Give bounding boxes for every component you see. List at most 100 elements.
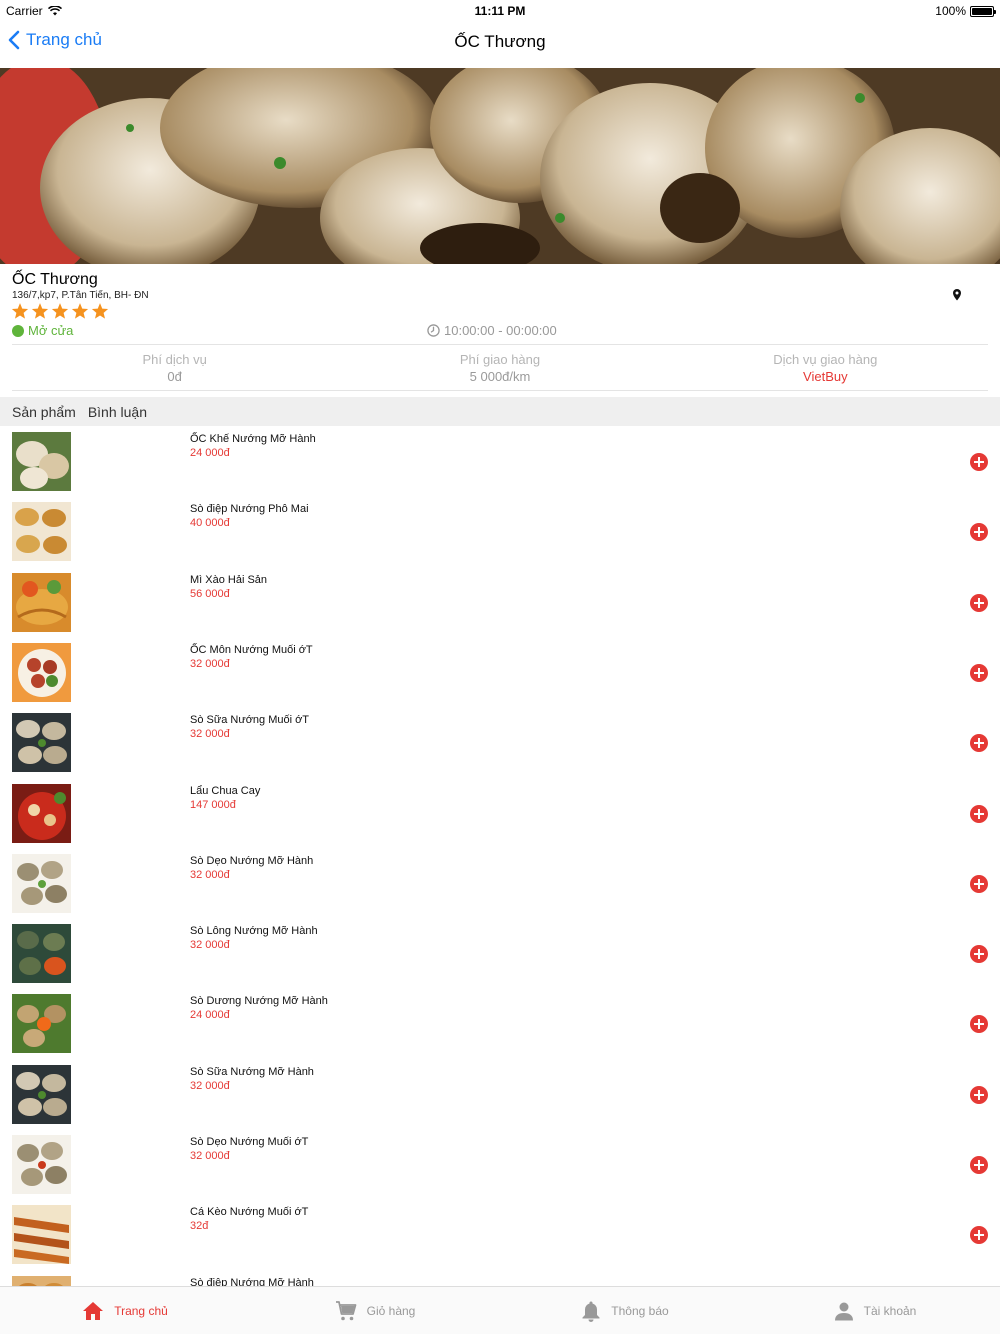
- shop-name: ỐC Thương: [12, 271, 98, 288]
- product-name: ỐC Môn Nướng Muối ớT: [190, 643, 313, 656]
- product-price: 32 000đ: [190, 657, 230, 670]
- add-to-cart-button[interactable]: [970, 1015, 988, 1034]
- product-row[interactable]: Sò Lông Nướng Mỡ Hành 32 000đ: [0, 918, 1000, 988]
- status-bar: Carrier 11:11 PM 100%: [0, 0, 1000, 22]
- service-fee-value: 0đ: [167, 369, 182, 384]
- product-price: 32 000đ: [190, 868, 230, 881]
- product-thumbnail: [12, 502, 71, 562]
- product-price: 24 000đ: [190, 1009, 230, 1022]
- divider: [12, 390, 988, 391]
- product-thumbnail: [12, 853, 71, 913]
- product-thumbnail: [12, 994, 71, 1054]
- star-icon: [31, 303, 49, 319]
- star-icon: [11, 303, 29, 319]
- product-name: Sò Dẹo Nướng Muối ớT: [190, 1136, 309, 1148]
- product-price: 32 000đ: [190, 1079, 230, 1092]
- add-to-cart-button[interactable]: [970, 523, 988, 542]
- fee-summary: Phí dịch vụ 0đ Phí giao hàng 5 000đ/km D…: [12, 350, 988, 390]
- tab-products[interactable]: Sản phẩm: [12, 404, 76, 420]
- bottom-tab-bar: Trang chủ Giỏ hàng Thông báo Tài khoản: [0, 1286, 1000, 1334]
- product-row[interactable]: Sò Dương Nướng Mỡ Hành 24 000đ: [0, 988, 1000, 1058]
- opening-hours-label: 10:00:00 - 00:00:00: [444, 323, 557, 338]
- product-price: 24 000đ: [190, 447, 230, 459]
- add-to-cart-button[interactable]: [970, 1226, 988, 1245]
- product-row[interactable]: Sò Sữa Nướng Mỡ Hành 32 000đ: [0, 1059, 1000, 1129]
- product-price: 40 000đ: [190, 517, 230, 530]
- star-icon: [71, 303, 89, 319]
- product-row[interactable]: ỐC Môn Nướng Muối ớT 32 000đ: [0, 637, 1000, 707]
- location-pin-icon[interactable]: [952, 289, 962, 301]
- page-title: ỐC Thương: [454, 32, 546, 51]
- tab-home-label: Trang chủ: [114, 1303, 168, 1318]
- product-name: Mì Xào Hải Sản: [190, 573, 268, 586]
- product-row[interactable]: Lẩu Chua Cay 147 000đ: [0, 778, 1000, 848]
- delivery-provider-label: Dịch vụ giao hàng: [773, 352, 878, 367]
- product-row[interactable]: Cá Kèo Nướng Muối ớT 32đ: [0, 1199, 1000, 1269]
- cart-icon: [335, 1300, 357, 1320]
- navigation-bar: Trang chủ ỐC Thương: [0, 22, 1000, 68]
- open-dot-icon: [12, 324, 24, 337]
- status-right: 100%: [935, 4, 996, 18]
- service-fee-label: Phí dịch vụ: [142, 352, 207, 367]
- open-status: Mở cửa: [12, 323, 73, 338]
- product-thumbnail: [12, 432, 71, 491]
- content-tabs: Sản phẩm Bình luận: [0, 397, 1000, 426]
- add-to-cart-button[interactable]: [970, 593, 988, 612]
- product-name: Sò điệp Nướng Phô Mai: [190, 503, 309, 516]
- tab-account-label: Tài khoản: [863, 1303, 917, 1318]
- product-row[interactable]: Sò điệp Nướng Phô Mai 40 000đ: [0, 496, 1000, 566]
- product-price: 147 000đ: [190, 798, 236, 811]
- product-name: Lẩu Chua Cay: [190, 784, 261, 797]
- home-icon: [83, 1301, 104, 1320]
- product-name: Sò Sữa Nướng Mỡ Hành: [190, 1065, 314, 1078]
- add-to-cart-button[interactable]: [970, 734, 988, 753]
- rating-stars: [11, 302, 109, 320]
- user-icon: [834, 1302, 853, 1320]
- delivery-fee-value: 5 000đ/km: [469, 369, 531, 384]
- star-icon: [91, 303, 109, 319]
- tab-notifications[interactable]: Thông báo: [500, 1287, 750, 1334]
- add-to-cart-button[interactable]: [970, 804, 988, 823]
- product-price: 32 000đ: [190, 728, 230, 741]
- product-price: 32đ: [190, 1220, 209, 1233]
- product-thumbnail: [12, 642, 71, 702]
- status-time: 11:11 PM: [474, 4, 526, 18]
- product-thumbnail: [12, 1135, 71, 1194]
- divider: [12, 344, 988, 345]
- add-to-cart-button[interactable]: [970, 453, 988, 471]
- add-to-cart-button[interactable]: [970, 1085, 988, 1104]
- delivery-provider: Dịch vụ giao hàng VietBuy: [663, 350, 988, 390]
- bell-icon: [582, 1301, 600, 1322]
- open-status-label: Mở cửa: [28, 323, 74, 338]
- product-price: 56 000đ: [190, 587, 230, 600]
- product-name: ỐC Khế Nướng Mỡ Hành: [190, 433, 316, 445]
- opening-hours: 10:00:00 - 00:00:00: [427, 323, 557, 338]
- add-to-cart-button[interactable]: [970, 874, 988, 893]
- product-row[interactable]: ỐC Khế Nướng Mỡ Hành 24 000đ: [0, 426, 1000, 496]
- product-row[interactable]: Sò điệp Nướng Mỡ Hành: [0, 1270, 1000, 1286]
- product-thumbnail: [12, 713, 71, 773]
- product-name: Sò Dẹo Nướng Mỡ Hành: [190, 854, 314, 867]
- shop-address: 136/7,kp7, P.Tân Tiến, BH- ĐN: [12, 290, 149, 301]
- delivery-fee-label: Phí giao hàng: [459, 352, 541, 367]
- product-thumbnail: [12, 1205, 71, 1265]
- product-name: Sò Dương Nướng Mỡ Hành: [190, 995, 328, 1008]
- product-thumbnail: [12, 1064, 71, 1124]
- product-name: Sò Lông Nướng Mỡ Hành: [190, 925, 318, 938]
- product-name: Sò điệp Nướng Mỡ Hành: [190, 1276, 314, 1286]
- product-row[interactable]: Sò Dẹo Nướng Mỡ Hành 32 000đ: [0, 848, 1000, 918]
- product-row[interactable]: Sò Sữa Nướng Muối ớT 32 000đ: [0, 707, 1000, 777]
- product-price: 32 000đ: [190, 1150, 230, 1162]
- add-to-cart-button[interactable]: [970, 1156, 988, 1174]
- battery-icon: [970, 5, 996, 17]
- star-icon: [51, 303, 69, 319]
- product-row[interactable]: Sò Dẹo Nướng Muối ớT 32 000đ: [0, 1129, 1000, 1199]
- tab-cart[interactable]: Giỏ hàng: [250, 1287, 500, 1334]
- battery-percent: 100%: [935, 4, 966, 18]
- product-row[interactable]: Mì Xào Hải Sản 56 000đ: [0, 567, 1000, 637]
- add-to-cart-button[interactable]: [970, 945, 988, 964]
- tab-account[interactable]: Tài khoản: [750, 1287, 1000, 1334]
- tab-reviews[interactable]: Bình luận: [88, 404, 147, 420]
- tab-home[interactable]: Trang chủ: [0, 1287, 250, 1334]
- add-to-cart-button[interactable]: [970, 663, 988, 682]
